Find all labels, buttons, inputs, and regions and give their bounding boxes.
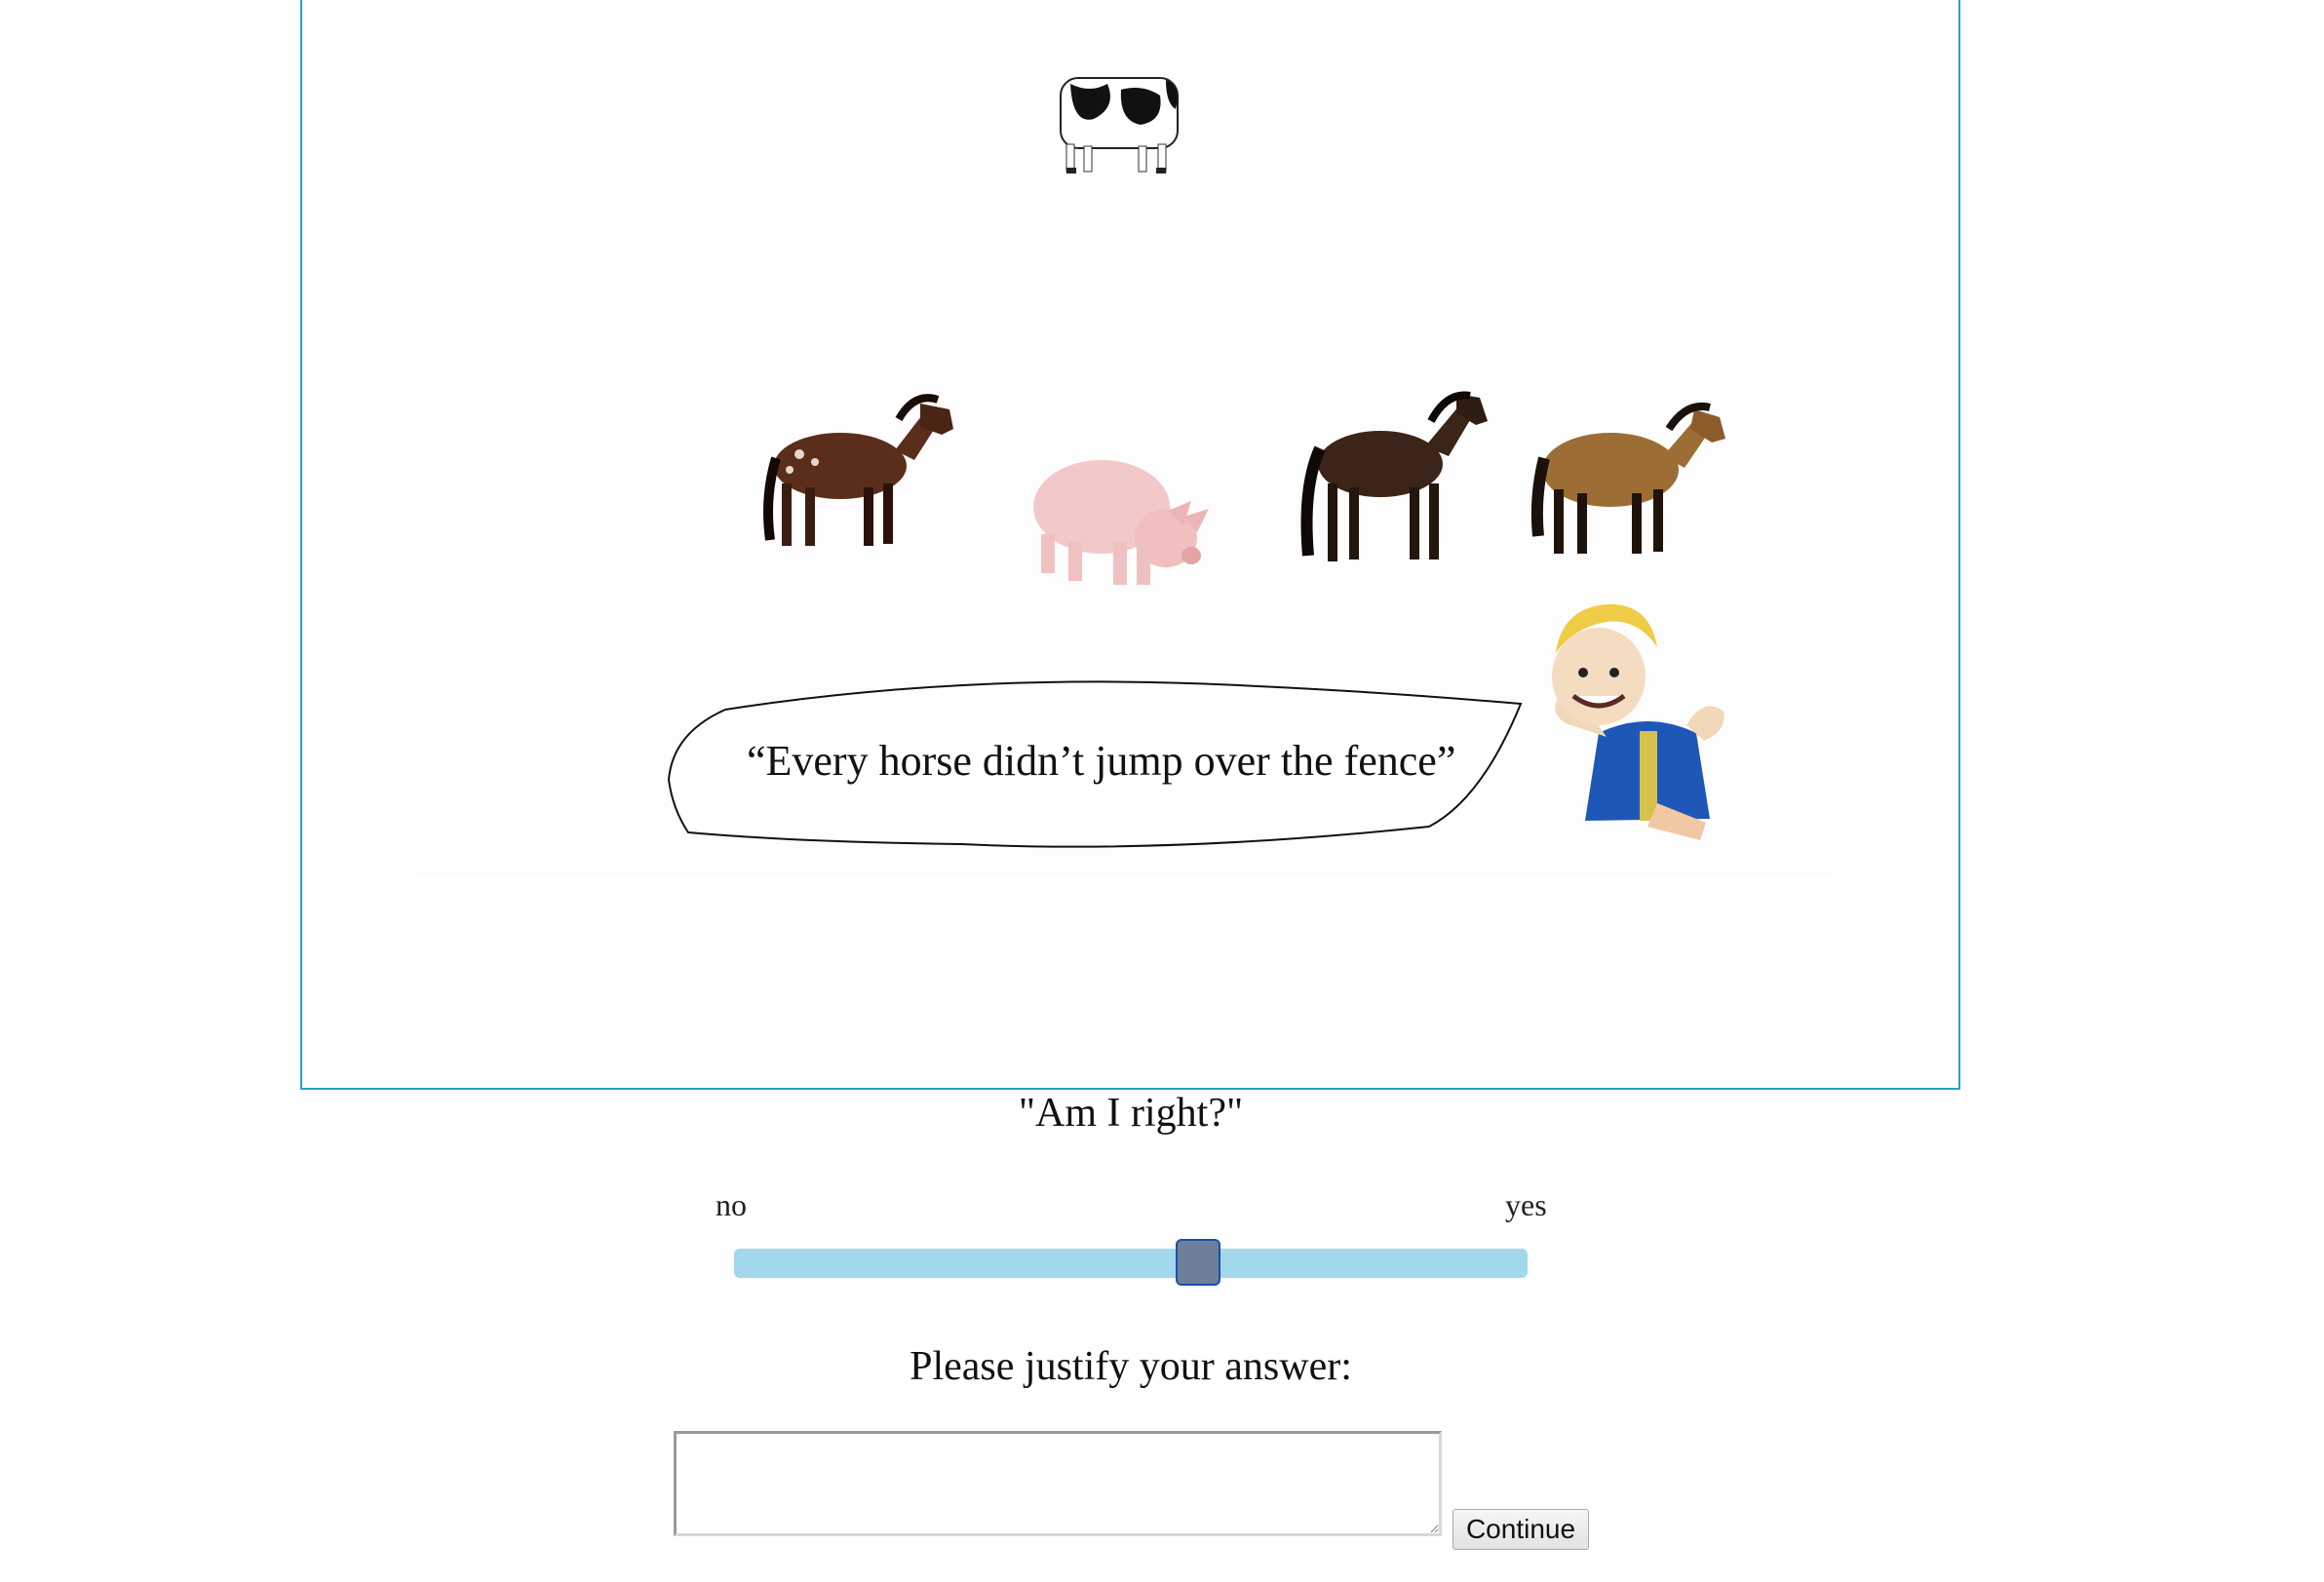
- question-text: "Am I right?": [1018, 1091, 1244, 1136]
- stimulus-frame: [300, 0, 1960, 1090]
- justify-label: Please justify your answer:: [910, 1344, 1352, 1389]
- response-slider-track[interactable]: [734, 1249, 1528, 1278]
- speech-bubble-text: “Every horse didn’t jump over the fence”: [747, 737, 1456, 785]
- justification-textarea[interactable]: [674, 1431, 1442, 1536]
- slider-min-label: no: [716, 1187, 747, 1222]
- response-slider-thumb[interactable]: [1176, 1239, 1221, 1286]
- slider-max-label: yes: [1505, 1187, 1547, 1222]
- continue-button[interactable]: Continue: [1452, 1509, 1589, 1550]
